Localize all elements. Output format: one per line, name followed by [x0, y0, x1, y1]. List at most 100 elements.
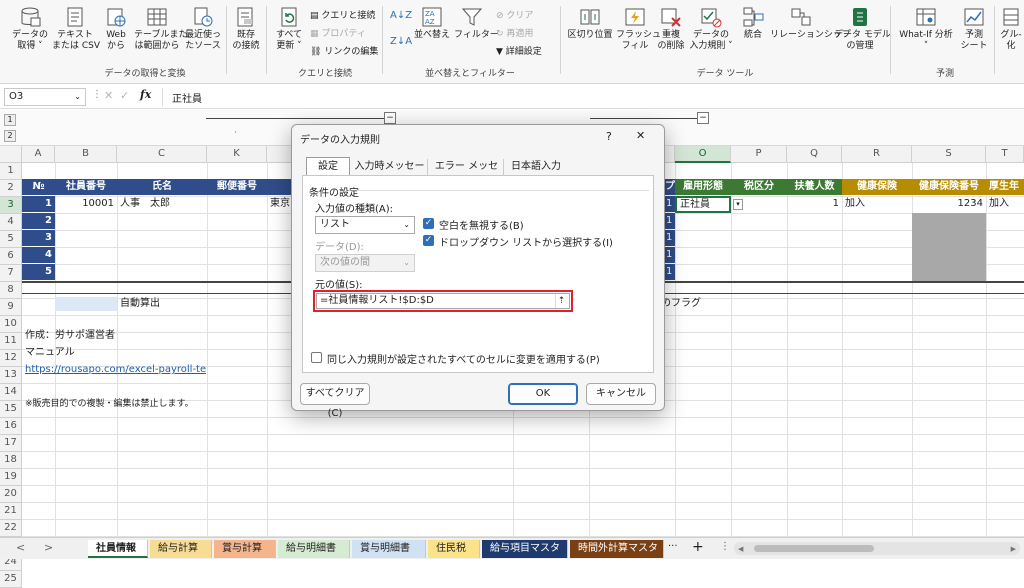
- row-header[interactable]: 4: [0, 214, 22, 231]
- row-header[interactable]: 7: [0, 265, 22, 282]
- header-no[interactable]: №: [22, 179, 55, 195]
- sheet-tab[interactable]: 賞与明細書: [352, 540, 426, 558]
- clear-button[interactable]: ⊘ クリア: [496, 8, 533, 21]
- row-header[interactable]: 18: [0, 452, 22, 469]
- column-header[interactable]: Q: [787, 146, 842, 163]
- collapse-icon[interactable]: −: [697, 112, 709, 124]
- column-header[interactable]: R: [842, 146, 912, 163]
- text-csv-button[interactable]: テキスト または CSV: [52, 6, 100, 52]
- row-header[interactable]: 3: [0, 197, 22, 214]
- kou-cell[interactable]: 1: [665, 196, 675, 212]
- dropdown-arrow-icon[interactable]: ▾: [733, 199, 743, 210]
- enter-check-icon[interactable]: ✓: [120, 89, 129, 102]
- function-icon[interactable]: fx: [140, 88, 151, 101]
- column-header[interactable]: B: [55, 146, 117, 163]
- header-dependents[interactable]: 扶養人数: [787, 179, 842, 195]
- clear-all-button[interactable]: すべてクリア(C): [300, 383, 370, 419]
- reapply-button[interactable]: ↻ 再適用: [496, 26, 533, 39]
- row-number-cell[interactable]: 2: [22, 213, 55, 229]
- select-all-corner[interactable]: [0, 146, 22, 163]
- refresh-all-button[interactable]: すべて 更新 ˅: [272, 6, 306, 52]
- tab-prev-icon[interactable]: <: [16, 541, 25, 554]
- cancel-icon[interactable]: ✕: [104, 89, 113, 102]
- edit-links-button[interactable]: ⛓ リンクの編集: [310, 44, 378, 57]
- tab-settings[interactable]: 設定: [306, 157, 350, 175]
- scroll-left-icon[interactable]: ◀: [738, 545, 743, 553]
- sheet-tab[interactable]: 賞与計算: [214, 540, 276, 558]
- header-kou[interactable]: プ: [665, 179, 675, 195]
- scroll-right-icon[interactable]: ▶: [1011, 545, 1016, 553]
- column-header[interactable]: T: [986, 146, 1024, 163]
- row-number-cell[interactable]: 4: [22, 247, 55, 263]
- sheet-tab[interactable]: 給与項目マスタ: [482, 540, 568, 558]
- tab-error-message[interactable]: エラー メッセージ: [430, 159, 504, 188]
- sort-asc-icon[interactable]: A↓Z: [390, 10, 412, 21]
- column-header[interactable]: K: [207, 146, 267, 163]
- row-number-cell[interactable]: 3: [22, 230, 55, 246]
- column-header[interactable]: A: [22, 146, 55, 163]
- row-header[interactable]: 16: [0, 418, 22, 435]
- tab-menu-icon[interactable]: ⋮: [720, 541, 730, 552]
- health-number-cell[interactable]: 1234: [912, 196, 986, 212]
- cancel-button[interactable]: キャンセル: [586, 383, 656, 405]
- address-cell[interactable]: 東京: [267, 196, 291, 212]
- column-header[interactable]: P: [731, 146, 787, 163]
- row-header[interactable]: 15: [0, 401, 22, 418]
- ok-button[interactable]: OK: [508, 383, 578, 405]
- data-model-button[interactable]: データ モデル の管理: [834, 6, 891, 52]
- health-cell[interactable]: 加入: [842, 196, 912, 212]
- more-tabs-icon[interactable]: ···: [668, 541, 678, 552]
- outline-level-2[interactable]: 2: [4, 130, 16, 142]
- row-header[interactable]: 13: [0, 367, 22, 384]
- row-header[interactable]: 21: [0, 503, 22, 520]
- text-to-columns-button[interactable]: 区切り位置: [566, 6, 614, 41]
- header-employee-number[interactable]: 社員番号: [55, 179, 117, 195]
- kou-cell[interactable]: 1: [665, 247, 675, 263]
- column-header[interactable]: C: [117, 146, 207, 163]
- properties-button[interactable]: ▦ プロパティ: [310, 26, 366, 39]
- sort-desc-icon[interactable]: Z↓A: [390, 36, 412, 47]
- employment-cell-selected[interactable]: 正社員: [675, 196, 731, 213]
- column-header[interactable]: S: [912, 146, 986, 163]
- row-header[interactable]: 11: [0, 333, 22, 350]
- tab-input-message[interactable]: 入力時メッセージ: [352, 159, 428, 188]
- collapse-dialog-icon[interactable]: ⇡: [555, 294, 567, 308]
- sheet-tab[interactable]: 社員情報: [88, 540, 148, 558]
- formula-input[interactable]: 正社員: [172, 90, 202, 105]
- recent-sources-button[interactable]: 最近使っ たソース: [182, 6, 224, 52]
- row-header[interactable]: 5: [0, 231, 22, 248]
- row-header[interactable]: 25: [0, 571, 22, 588]
- name-box[interactable]: O3 ⌄: [4, 88, 86, 106]
- sheet-tab[interactable]: 給与計算: [150, 540, 212, 558]
- sort-button[interactable]: ZA AZ 並べ替え: [414, 6, 450, 41]
- data-select[interactable]: 次の値の間 ⌄: [315, 254, 415, 272]
- forecast-sheet-button[interactable]: 予測 シート: [958, 6, 990, 52]
- kou-cell[interactable]: 1: [665, 264, 675, 280]
- row-header[interactable]: 14: [0, 384, 22, 401]
- row-header[interactable]: 20: [0, 486, 22, 503]
- header-employment[interactable]: 雇用形態: [675, 179, 731, 195]
- close-icon[interactable]: ✕: [636, 129, 645, 142]
- header-tax[interactable]: 税区分: [731, 179, 787, 195]
- row-number-cell[interactable]: 5: [22, 264, 55, 280]
- dependents-cell[interactable]: 1: [787, 196, 842, 212]
- row-header[interactable]: 17: [0, 435, 22, 452]
- welfare-cell[interactable]: 加入: [986, 196, 1024, 212]
- add-sheet-icon[interactable]: +: [692, 539, 704, 555]
- row-header[interactable]: 6: [0, 248, 22, 265]
- row-header[interactable]: 2: [0, 180, 22, 197]
- sheet-tab[interactable]: 時間外計算マスタ: [570, 540, 664, 558]
- existing-connections-button[interactable]: 既存 の接続: [230, 6, 262, 52]
- dropdown-checkbox[interactable]: ✓: [423, 235, 434, 246]
- column-header[interactable]: O: [675, 146, 731, 163]
- header-address[interactable]: [267, 179, 291, 195]
- collapse-icon[interactable]: −: [384, 112, 396, 124]
- header-health-number[interactable]: 健康保険番号: [912, 179, 986, 195]
- row-header[interactable]: 9: [0, 299, 22, 316]
- apply-all-checkbox[interactable]: [311, 352, 322, 363]
- header-name[interactable]: 氏名: [117, 179, 207, 195]
- data-validation-button[interactable]: データの 入力規則 ˅: [688, 6, 734, 52]
- advanced-button[interactable]: ▼ 詳細設定: [496, 44, 542, 57]
- scrollbar-thumb[interactable]: [754, 545, 874, 552]
- help-icon[interactable]: ?: [606, 130, 612, 143]
